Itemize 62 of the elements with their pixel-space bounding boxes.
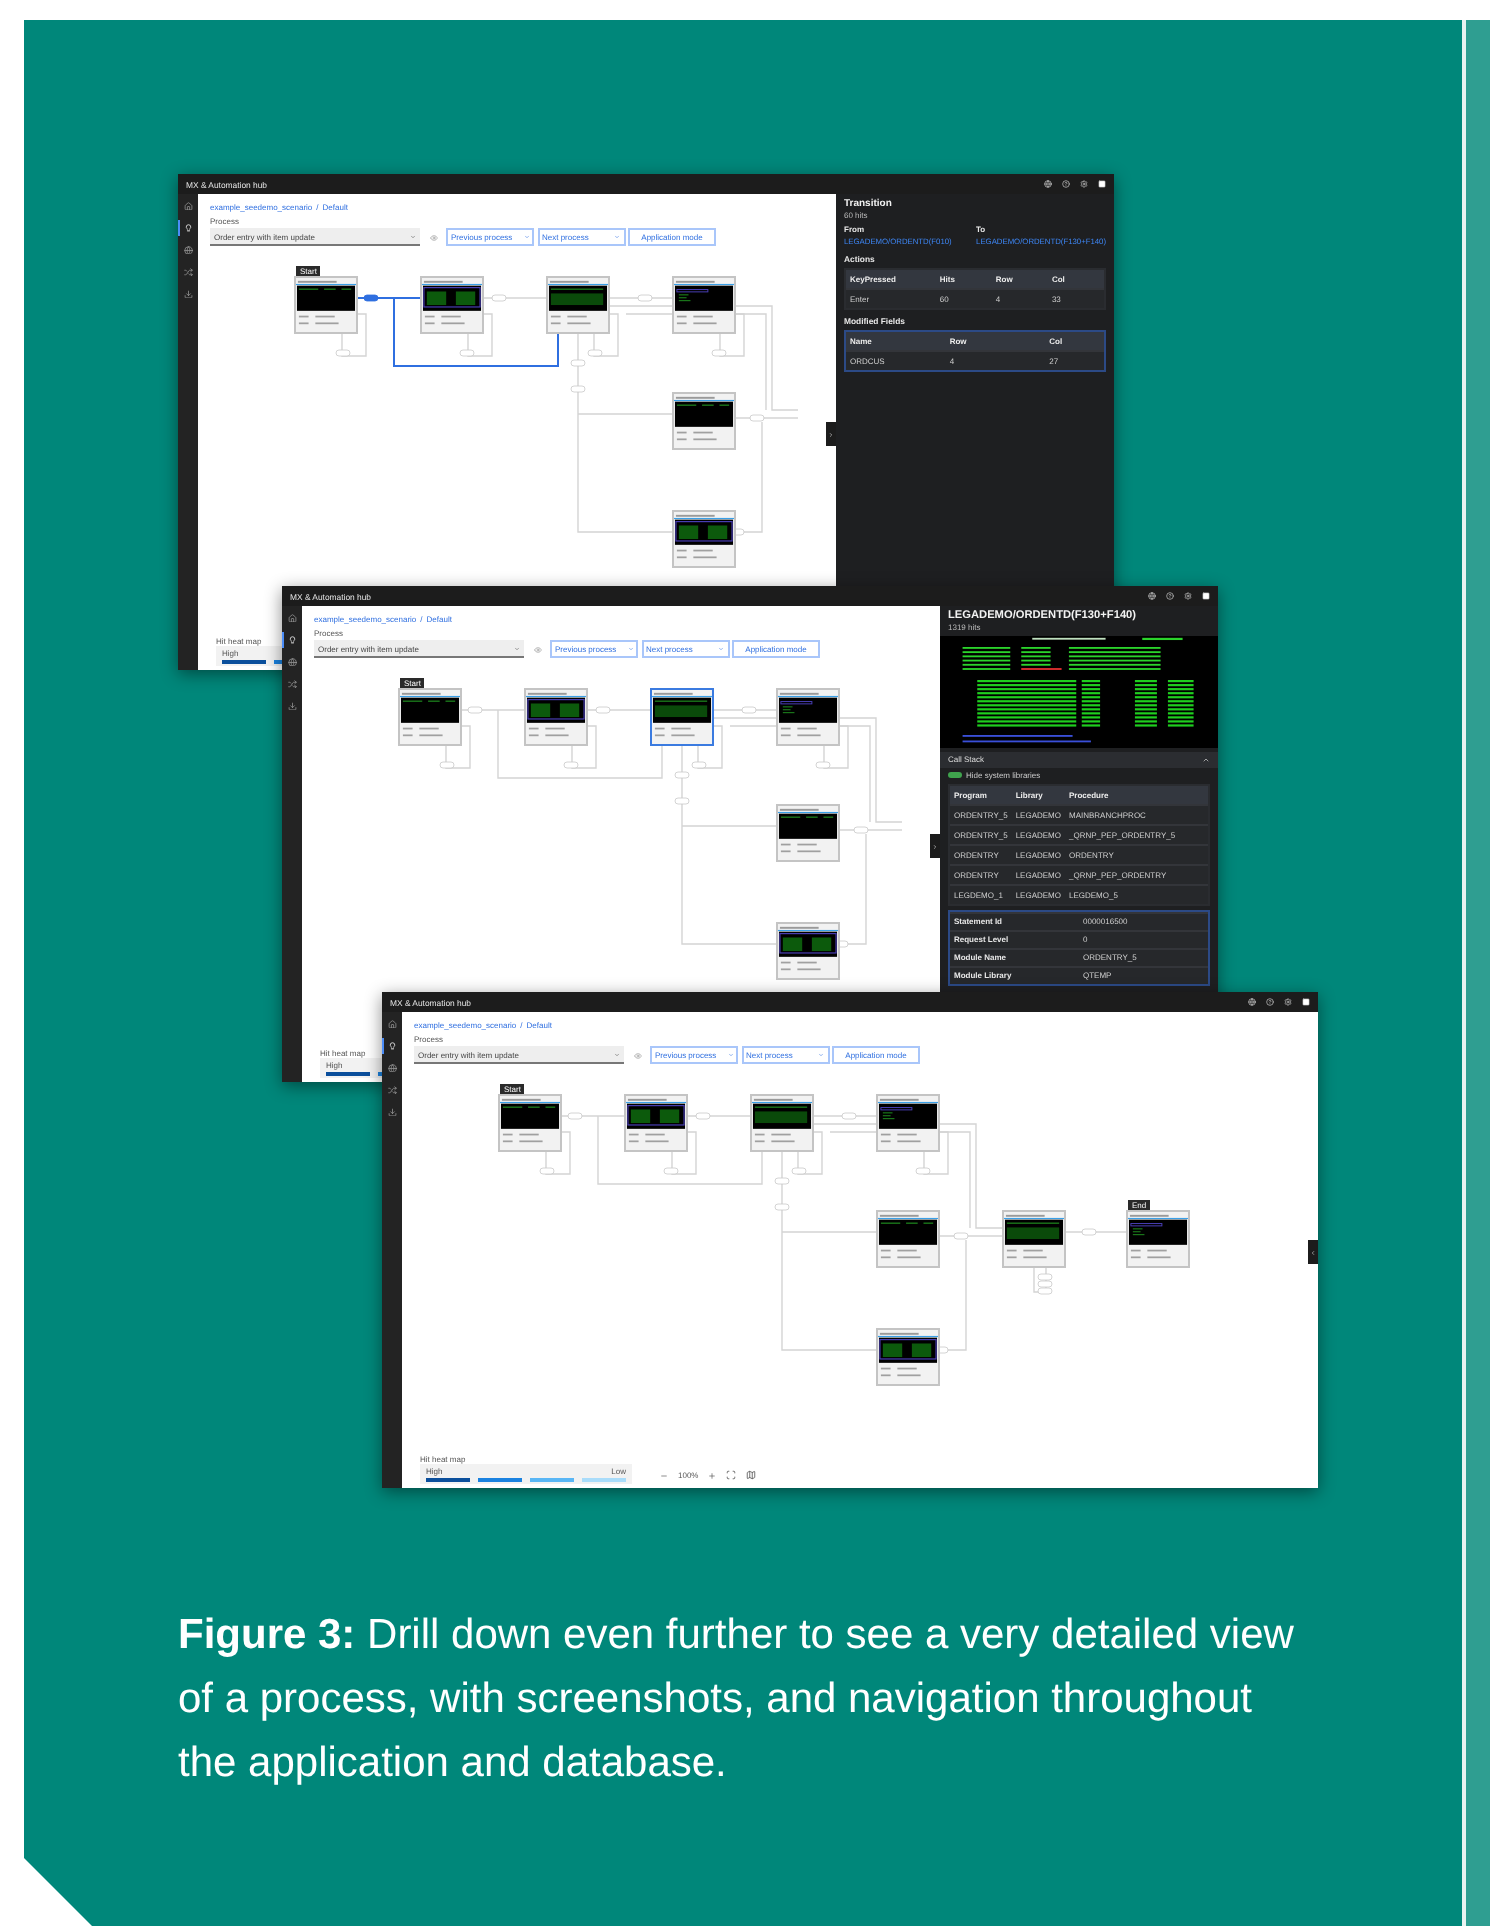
sidebar-item[interactable] [382, 1016, 402, 1032]
download-icon [288, 701, 298, 711]
shuffle-icon [388, 1085, 398, 1095]
process-node[interactable] [294, 276, 358, 334]
process-node[interactable] [776, 804, 840, 862]
sidebar-item[interactable] [178, 264, 198, 280]
process-node[interactable] [750, 1094, 814, 1152]
square-icon[interactable] [1202, 592, 1210, 600]
globe-icon [184, 245, 194, 255]
sidebar-item[interactable] [382, 1082, 402, 1098]
process-node[interactable] [1002, 1210, 1066, 1268]
globe-icon[interactable] [1044, 180, 1052, 188]
process-node[interactable] [876, 1328, 940, 1386]
square-icon[interactable] [1302, 998, 1310, 1006]
download-icon [388, 1107, 398, 1117]
lightbulb-icon [184, 223, 194, 233]
sidebar-item[interactable] [282, 654, 302, 670]
process-node[interactable] [776, 688, 840, 746]
process-node[interactable] [776, 922, 840, 980]
process-node[interactable] [650, 688, 714, 746]
lightbulb-icon [288, 635, 298, 645]
settings-icon[interactable] [1184, 592, 1192, 600]
help-icon[interactable] [1266, 998, 1274, 1006]
process-node[interactable] [524, 688, 588, 746]
process-node[interactable] [672, 392, 736, 450]
shuffle-icon [288, 679, 298, 689]
home-icon [288, 613, 298, 623]
map-icon[interactable] [746, 1470, 757, 1480]
lightbulb-icon [388, 1041, 398, 1051]
process-node[interactable] [398, 688, 462, 746]
process-node[interactable] [672, 510, 736, 568]
toggle-switch[interactable] [948, 771, 962, 779]
help-icon[interactable] [1062, 180, 1070, 188]
download-icon [184, 289, 194, 299]
sidebar-item[interactable] [178, 198, 198, 214]
figure-caption: Figure 3: Drill down even further to see a very detailed view of a process, with screenshots, and navigation throughout the application and database. [178, 1610, 1296, 1790]
process-node[interactable] [1126, 1210, 1190, 1268]
process-node[interactable] [876, 1210, 940, 1268]
sidebar-item[interactable] [382, 1060, 402, 1076]
zoom-in-icon[interactable] [708, 1471, 717, 1479]
globe-icon [388, 1063, 398, 1073]
sidebar-item[interactable] [282, 676, 302, 692]
globe-icon[interactable] [1248, 998, 1256, 1006]
home-icon [184, 201, 194, 211]
process-node[interactable] [624, 1094, 688, 1152]
process-node[interactable] [672, 276, 736, 334]
sidebar-item[interactable] [282, 610, 302, 626]
process-node[interactable] [546, 276, 610, 334]
square-icon[interactable] [1098, 180, 1106, 188]
globe-icon [288, 657, 298, 667]
settings-icon[interactable] [1284, 998, 1292, 1006]
help-icon[interactable] [1166, 592, 1174, 600]
process-node[interactable] [498, 1094, 562, 1152]
home-icon [388, 1019, 398, 1029]
process-node[interactable] [876, 1094, 940, 1152]
connector[interactable] [393, 297, 559, 367]
process-node[interactable] [420, 276, 484, 334]
shuffle-icon [184, 267, 194, 277]
sidebar-item[interactable] [178, 242, 198, 258]
settings-icon[interactable] [1080, 180, 1088, 188]
globe-icon[interactable] [1148, 592, 1156, 600]
fit-view-icon[interactable] [726, 1470, 737, 1480]
